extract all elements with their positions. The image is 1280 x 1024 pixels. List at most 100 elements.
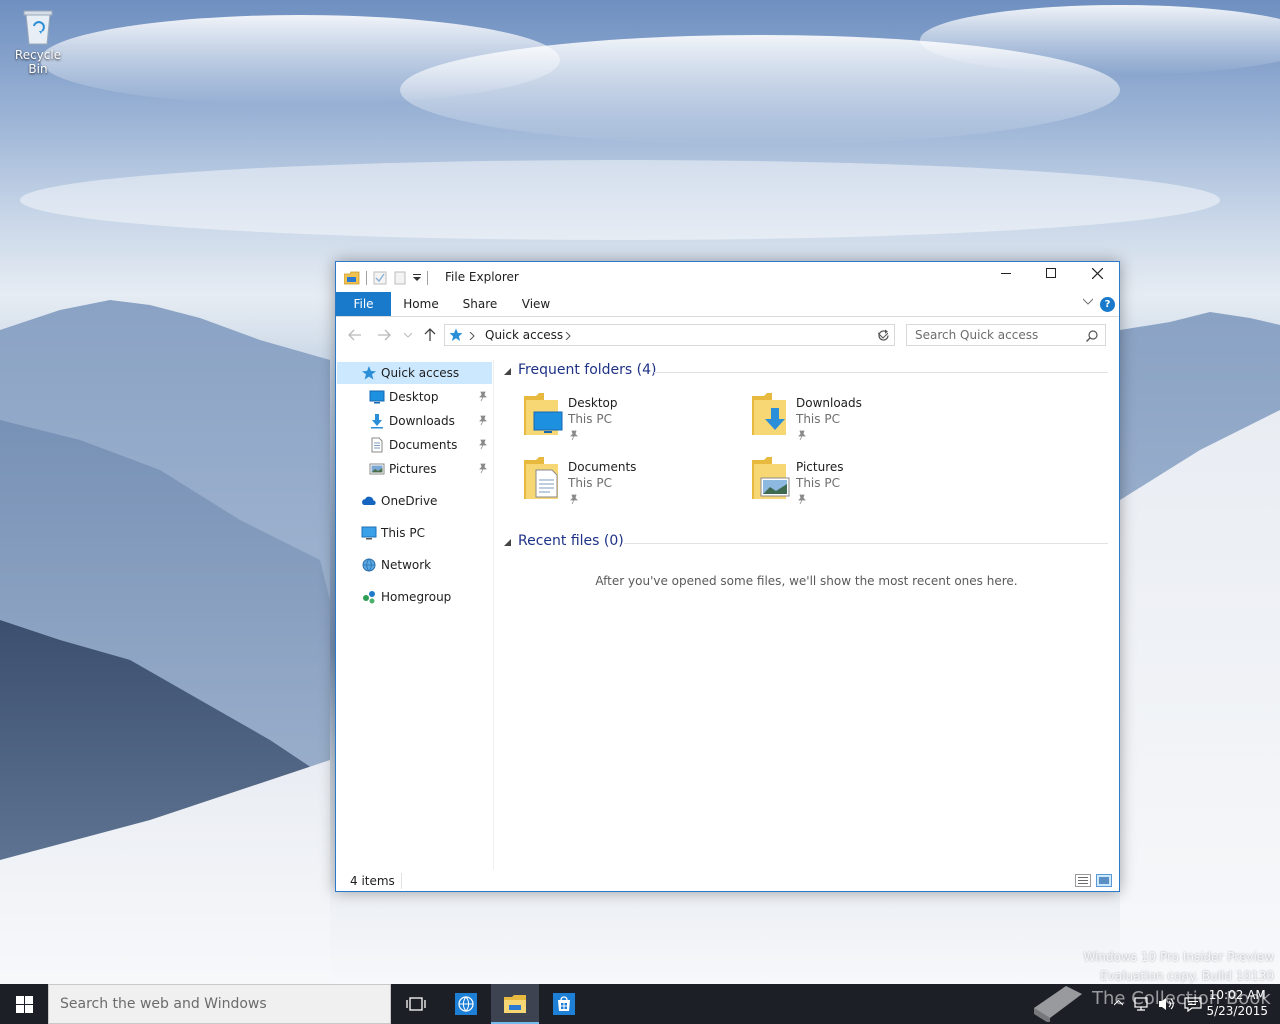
nav-item-onedrive[interactable]: OneDrive: [337, 490, 492, 512]
forward-button[interactable]: [376, 327, 392, 343]
taskbar-file-explorer-button[interactable]: [491, 984, 539, 1024]
collapse-triangle-icon[interactable]: [504, 539, 511, 546]
clock[interactable]: 10:02 AM 5/23/2015: [1206, 987, 1268, 1019]
collapse-triangle-icon[interactable]: [504, 368, 511, 375]
group-divider: [624, 543, 1108, 544]
breadcrumb-quick-access[interactable]: Quick access: [485, 328, 563, 342]
nav-item-documents[interactable]: Documents: [337, 434, 492, 456]
back-button[interactable]: [347, 327, 363, 343]
nav-item-this-pc[interactable]: This PC: [337, 522, 492, 544]
new-folder-icon[interactable]: [393, 271, 407, 285]
properties-check-icon[interactable]: [373, 271, 387, 285]
tab-share[interactable]: Share: [456, 292, 504, 316]
network-status-icon[interactable]: [1134, 996, 1150, 1012]
toolbar-separator: [427, 271, 428, 285]
breadcrumb-chevron-icon[interactable]: [565, 332, 571, 340]
recycle-bin-shortcut[interactable]: Recycle Bin: [4, 6, 72, 76]
folder-tile-downloads[interactable]: Downloads This PC: [750, 392, 960, 448]
nav-item-pictures[interactable]: Pictures: [337, 458, 492, 480]
taskbar-search-placeholder: Search the web and Windows: [60, 996, 267, 1012]
navigation-pane: Quick access Desktop Downloads Documents: [336, 360, 494, 870]
nav-label: Homegroup: [381, 590, 452, 604]
pin-icon: [798, 430, 806, 441]
maximize-icon: [1046, 268, 1056, 278]
taskbar-store-button[interactable]: [540, 984, 588, 1024]
address-bar-row: Quick access: [336, 317, 1119, 353]
action-center-icon[interactable]: [1184, 996, 1202, 1012]
folder-tile-pictures[interactable]: Pictures This PC: [750, 456, 960, 512]
recent-files-empty-message: After you've opened some files, we'll sh…: [595, 574, 1018, 588]
help-button[interactable]: ?: [1100, 297, 1115, 312]
recent-files-group-header[interactable]: Recent files (0): [504, 533, 1114, 553]
tab-view[interactable]: View: [514, 292, 558, 316]
pin-icon[interactable]: [478, 439, 488, 450]
clock-date: 5/23/2015: [1206, 1004, 1268, 1018]
refresh-button[interactable]: [875, 327, 891, 343]
tab-home[interactable]: Home: [398, 292, 444, 316]
search-input[interactable]: [915, 328, 1075, 342]
folder-properties-icon[interactable]: [344, 271, 360, 285]
folder-name: Pictures: [796, 460, 844, 474]
nav-item-desktop[interactable]: Desktop: [337, 386, 492, 408]
folder-location: This PC: [568, 476, 612, 490]
large-icons-view-icon[interactable]: [1096, 874, 1112, 887]
taskbar-browser-button[interactable]: [442, 984, 490, 1024]
forward-arrow-icon: [378, 329, 391, 341]
search-box[interactable]: [906, 324, 1106, 346]
nav-item-homegroup[interactable]: Homegroup: [337, 586, 492, 608]
browser-globe-icon: [455, 993, 477, 1015]
documents-folder-icon: [524, 457, 558, 499]
customize-toolbar-arrow-icon[interactable]: [413, 274, 421, 282]
address-bar[interactable]: Quick access: [444, 324, 895, 346]
minimize-button[interactable]: [983, 262, 1029, 284]
search-icon[interactable]: [1086, 330, 1098, 342]
windows-watermark: Windows 10 Pro Insider Preview Evaluatio…: [1083, 948, 1274, 984]
recycle-bin-label: Recycle Bin: [14, 48, 62, 76]
nav-label: Network: [381, 558, 432, 572]
nav-item-network[interactable]: Network: [337, 554, 492, 576]
nav-item-quick-access[interactable]: Quick access: [337, 362, 492, 384]
back-arrow-icon: [348, 329, 361, 341]
documents-icon: [371, 437, 383, 453]
nav-label: Downloads: [389, 414, 455, 428]
maximize-button[interactable]: [1028, 262, 1074, 284]
downloads-folder-icon: [752, 393, 786, 435]
recycle-bin-icon: [23, 10, 53, 45]
pin-icon[interactable]: [478, 463, 488, 474]
folder-tile-documents[interactable]: Documents This PC: [522, 456, 732, 512]
pin-icon[interactable]: [478, 415, 488, 426]
up-arrow-icon: [424, 328, 436, 341]
folder-tile-desktop[interactable]: Desktop This PC: [522, 392, 732, 448]
pin-icon: [798, 494, 806, 505]
file-explorer-window: File Explorer File Home Share View ? Qui…: [335, 261, 1120, 892]
item-count: 4 items: [350, 874, 395, 888]
nav-label: Quick access: [381, 366, 460, 380]
close-icon: [1091, 267, 1103, 279]
desktop-icon: [369, 390, 385, 404]
watermark-line-1: Windows 10 Pro Insider Preview: [1083, 950, 1274, 964]
up-button[interactable]: [422, 327, 438, 343]
pin-icon: [570, 430, 578, 441]
start-button[interactable]: [0, 984, 48, 1024]
volume-icon[interactable]: [1158, 996, 1176, 1012]
task-view-button[interactable]: [392, 984, 440, 1024]
taskbar-search-box[interactable]: Search the web and Windows: [48, 984, 391, 1024]
nav-label: OneDrive: [381, 494, 438, 508]
details-view-icon[interactable]: [1075, 874, 1091, 887]
toolbar-separator: [366, 271, 367, 285]
recent-locations-button[interactable]: [400, 327, 416, 343]
tab-file[interactable]: File: [336, 292, 391, 316]
downloads-icon: [371, 414, 383, 429]
breadcrumb-chevron-icon[interactable]: [469, 332, 475, 340]
pin-icon: [570, 494, 578, 505]
expand-ribbon-icon[interactable]: [1083, 298, 1093, 306]
folder-name: Desktop: [568, 396, 618, 410]
nav-label: Documents: [389, 438, 458, 452]
frequent-folders-group-header[interactable]: Frequent folders (4): [504, 362, 1114, 382]
close-button[interactable]: [1074, 262, 1120, 284]
show-hidden-icons-chevron-icon[interactable]: [1114, 1000, 1123, 1006]
pin-icon[interactable]: [478, 391, 488, 402]
nav-item-downloads[interactable]: Downloads: [337, 410, 492, 432]
watermark-line-2: Evaluation copy. Build 10130: [1100, 969, 1274, 983]
content-pane: Frequent folders (4) Desktop This PC Dow…: [494, 360, 1119, 870]
